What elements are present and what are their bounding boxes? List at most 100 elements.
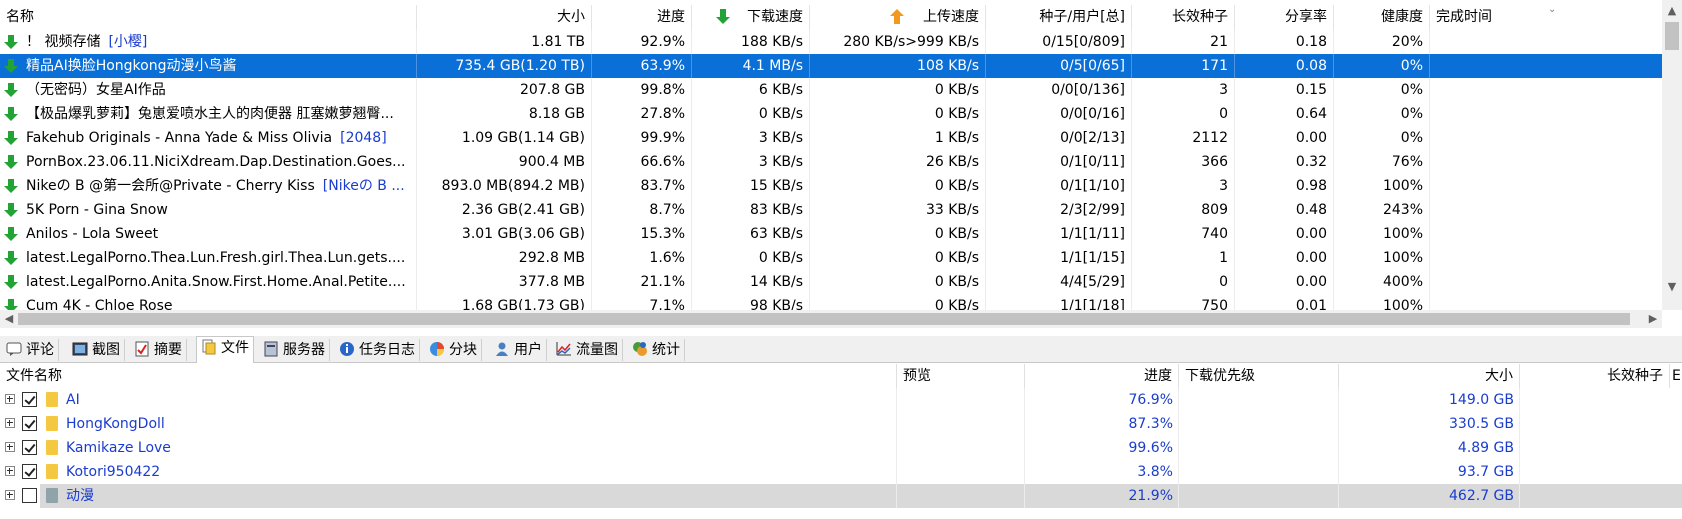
column-file-size[interactable]: 大小	[1339, 364, 1520, 388]
column-peers[interactable]: 种子/用户[总]	[986, 5, 1132, 30]
file-priority[interactable]	[1179, 412, 1339, 436]
torrent-row[interactable]: latest.LegalPorno.Thea.Lun.Fresh.girl.Th…	[0, 246, 1662, 270]
column-progress-label: 进度	[657, 9, 685, 25]
column-file-name[interactable]: 文件名称	[0, 364, 897, 388]
scroll-up-icon[interactable]: ▲	[1662, 2, 1682, 20]
file-row[interactable]: 动漫 21.9% 462.7 GB	[0, 484, 1682, 508]
file-row[interactable]: HongKongDoll 87.3% 330.5 GB	[0, 412, 1682, 436]
column-name[interactable]: 名称	[0, 5, 417, 30]
torrent-tag-link[interactable]: [小樱]	[108, 34, 147, 50]
tab-summary[interactable]: 摘要	[130, 339, 187, 361]
tab-peers[interactable]: 用户	[490, 339, 547, 361]
torrent-down-cell: 98 KB/s	[692, 294, 810, 310]
server-icon	[263, 341, 279, 357]
torrent-name: 5K Porn - Gina Snow	[26, 202, 168, 218]
torrent-tag-link[interactable]: [Nikeの B ...	[323, 178, 405, 194]
file-checkbox[interactable]	[22, 392, 37, 407]
file-checkbox[interactable]	[22, 440, 37, 455]
file-row[interactable]: Kamikaze Love 99.6% 4.89 GB	[0, 436, 1682, 460]
torrent-size-cell: 1.68 GB(1.73 GB)	[417, 294, 592, 310]
column-long-seeds[interactable]: 长效种子	[1132, 5, 1235, 30]
scroll-thumb[interactable]	[1665, 22, 1679, 50]
scroll-right-icon[interactable]: ▶	[1644, 310, 1662, 328]
torrent-row[interactable]: 【极品爆乳萝莉】兔崽爱喷水主人的肉便器 肛塞嫩萝翘臀... 8.18 GB 27.8…	[0, 102, 1662, 126]
torrent-list-horizontal-scrollbar[interactable]: ◀ ▶	[0, 310, 1662, 328]
torrent-list-vertical-scrollbar[interactable]: ▲ ▼	[1662, 0, 1682, 310]
torrent-ratio-cell: 0.15	[1235, 78, 1334, 102]
expand-plus-icon[interactable]	[5, 394, 15, 404]
expand-plus-icon[interactable]	[5, 466, 15, 476]
file-row[interactable]: Kotori950422 3.8% 93.7 GB	[0, 460, 1682, 484]
torrent-row[interactable]: 精品AI换脸Hongkong动漫小鸟酱 735.4 GB(1.20 TB) 63.9…	[0, 54, 1662, 78]
file-priority[interactable]	[1179, 436, 1339, 460]
torrent-row[interactable]: PornBox.23.06.11.NiciXdream.Dap.Destinat…	[0, 150, 1662, 174]
torrent-size-cell: 377.8 MB	[417, 270, 592, 294]
file-priority[interactable]	[1179, 460, 1339, 484]
file-checkbox[interactable]	[22, 464, 37, 479]
torrent-seeds-cell: 0	[1132, 270, 1235, 294]
torrent-down-cell: 3 KB/s	[692, 126, 810, 150]
scroll-left-icon[interactable]: ◀	[0, 310, 18, 328]
column-priority[interactable]: 下载优先级	[1179, 364, 1339, 388]
torrent-row[interactable]: Anilos - Lola Sweet 3.01 GB(3.06 GB) 15.3%…	[0, 222, 1662, 246]
tab-summary-label: 摘要	[154, 342, 182, 358]
tab-comments[interactable]: 评论	[2, 339, 59, 361]
column-download-speed[interactable]: 下载速度	[692, 5, 810, 30]
torrent-progress-cell: 15.3%	[592, 222, 692, 246]
torrent-row[interactable]: 5K Porn - Gina Snow 2.36 GB(2.41 GB) 8.7% 8…	[0, 198, 1662, 222]
torrent-row[interactable]: Cum 4K - Chloe Rose 1.68 GB(1.73 GB) 7.1% 9…	[0, 294, 1662, 310]
expand-plus-icon[interactable]	[5, 418, 15, 428]
scroll-down-icon[interactable]: ▼	[1662, 278, 1682, 296]
column-long-seeds-label: 长效种子	[1172, 9, 1228, 25]
torrent-up-cell: 0 KB/s	[810, 174, 986, 198]
torrent-name-cell: Nikeの B @第一会所@Private - Cherry Kiss [Nike…	[0, 174, 417, 198]
torrent-row[interactable]: （无密码）女星AI作品 207.8 GB 99.8% 6 KB/s 0 KB/s 0/0[…	[0, 78, 1662, 102]
expand-plus-icon[interactable]	[5, 490, 15, 500]
torrent-completed-cell	[1430, 270, 1662, 294]
torrent-peers-cell: 0/0[2/13]	[986, 126, 1132, 150]
column-completed[interactable]: 完成时间 ⌄	[1430, 5, 1662, 30]
torrent-progress-cell: 7.1%	[592, 294, 692, 310]
column-file-progress[interactable]: 进度	[1025, 364, 1179, 388]
torrent-name: Nikeの B @第一会所@Private - Cherry Kiss	[26, 178, 315, 194]
tab-task-log[interactable]: 任务日志	[335, 339, 420, 361]
column-file-long-seeds[interactable]: 长效种子	[1520, 364, 1670, 388]
torrent-completed-cell	[1430, 54, 1662, 78]
file-name: AI	[66, 392, 80, 408]
column-ratio[interactable]: 分享率	[1235, 5, 1334, 30]
tab-screenshots[interactable]: 截图	[68, 339, 125, 361]
tab-servers[interactable]: 服务器	[259, 339, 330, 361]
file-priority[interactable]	[1179, 388, 1339, 412]
tab-statistics[interactable]: 统计	[628, 339, 685, 361]
folder-icon	[46, 440, 58, 455]
torrent-seeds-cell: 3	[1132, 174, 1235, 198]
torrent-row[interactable]: latest.LegalPorno.Anita.Snow.First.Home.…	[0, 270, 1662, 294]
torrent-ratio-cell: 0.00	[1235, 246, 1334, 270]
file-row[interactable]: AI 76.9% 149.0 GB	[0, 388, 1682, 412]
torrent-list[interactable]: 名称 大小 进度 下载速度 上传速度 种子/用户[总] 长效种子 分享率 健康度…	[0, 0, 1662, 310]
column-size[interactable]: 大小	[417, 5, 592, 30]
torrent-health-cell: 0%	[1334, 54, 1430, 78]
tab-files[interactable]: 文件	[196, 336, 254, 363]
file-progress: 99.6%	[1128, 440, 1173, 456]
file-priority[interactable]	[1179, 484, 1339, 508]
torrent-row[interactable]: ！ 视频存储 [小樱] 1.81 TB 92.9% 188 KB/s 280 KB/s>9…	[0, 30, 1662, 54]
torrent-seeds-cell: 3	[1132, 78, 1235, 102]
torrent-name-cell: Fakehub Originals - Anna Yade & Miss Oli…	[0, 126, 417, 150]
torrent-row[interactable]: Fakehub Originals - Anna Yade & Miss Oli…	[0, 126, 1662, 150]
file-progress: 21.9%	[1128, 488, 1173, 504]
file-checkbox[interactable]	[22, 488, 37, 503]
column-preview[interactable]: 预览	[897, 364, 1025, 388]
column-upload-speed[interactable]: 上传速度	[810, 5, 986, 30]
tab-traffic-graph[interactable]: 流量图	[552, 339, 623, 361]
expand-plus-icon[interactable]	[5, 442, 15, 452]
torrent-row[interactable]: Nikeの B @第一会所@Private - Cherry Kiss [Nike…	[0, 174, 1662, 198]
column-progress[interactable]: 进度	[592, 5, 692, 30]
file-long-seeds	[1520, 436, 1670, 460]
horizontal-scroll-thumb[interactable]	[18, 313, 1630, 325]
file-checkbox[interactable]	[22, 416, 37, 431]
torrent-tag-link[interactable]: [2048]	[340, 130, 387, 146]
tab-pieces[interactable]: 分块	[425, 339, 482, 361]
torrent-ratio-cell: 0.98	[1235, 174, 1334, 198]
column-health[interactable]: 健康度	[1334, 5, 1430, 30]
